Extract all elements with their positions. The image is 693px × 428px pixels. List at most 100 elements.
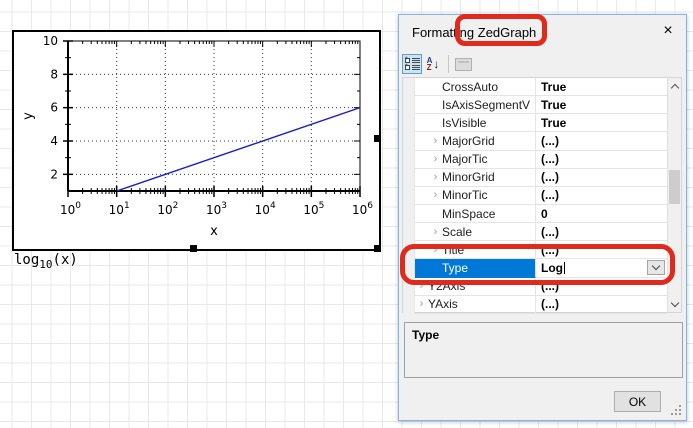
scrollbar-thumb[interactable]: [669, 170, 680, 204]
property-value: (...): [541, 170, 559, 184]
property-row-scale[interactable]: ›Scale (...): [403, 223, 667, 241]
row-margin: [403, 259, 415, 277]
svg-text:2: 2: [50, 167, 58, 181]
resize-handle-bottom-right[interactable]: [374, 245, 381, 252]
row-margin: [403, 205, 415, 223]
expand-chevron-icon[interactable]: ›: [429, 189, 442, 201]
svg-text:101: 101: [109, 201, 130, 217]
property-name: CrossAuto: [442, 80, 498, 94]
dropdown-button[interactable]: [647, 260, 665, 275]
row-margin: [403, 223, 415, 241]
description-title: Type: [412, 328, 675, 342]
property-row-majorgrid[interactable]: ›MajorGrid (...): [403, 132, 667, 150]
property-value: (...): [541, 297, 559, 311]
property-pages-button[interactable]: [453, 54, 473, 74]
svg-text:10: 10: [43, 34, 58, 48]
svg-text:4: 4: [50, 134, 58, 148]
property-row-minorgrid[interactable]: ›MinorGrid (...): [403, 169, 667, 187]
svg-text:103: 103: [206, 201, 227, 217]
property-row-isvisible[interactable]: IsVisible True: [403, 114, 667, 132]
row-margin: [403, 241, 415, 259]
property-row-title[interactable]: ›Title (...): [403, 241, 667, 259]
property-name: Scale: [442, 225, 472, 239]
dialog-title: Formatting ZedGraph: [412, 25, 536, 40]
expand-chevron-icon[interactable]: ›: [415, 298, 428, 310]
property-name: MajorTic: [442, 152, 488, 166]
svg-text:105: 105: [303, 201, 324, 217]
property-name: MinSpace: [442, 207, 495, 221]
zedgraph-control[interactable]: 10 8 6 4 2 100 101 102 103 104 105 106 x y: [12, 30, 381, 251]
resize-handle-right[interactable]: [374, 135, 381, 142]
property-value: True: [541, 80, 566, 94]
svg-text:8: 8: [50, 67, 58, 81]
property-grid-toolbar: AZ ↓: [402, 51, 682, 77]
close-icon[interactable]: ×: [658, 21, 678, 41]
property-name: Type: [442, 261, 468, 275]
property-pages-icon: [455, 58, 472, 71]
property-value: (...): [541, 188, 559, 202]
expand-chevron-icon[interactable]: ›: [429, 153, 442, 165]
row-margin: [403, 296, 415, 314]
zedgraph-chart: 10 8 6 4 2 100 101 102 103 104 105 106 x y: [14, 32, 379, 249]
row-margin: [403, 278, 415, 296]
property-name: MajorGrid: [442, 134, 495, 148]
svg-text:x: x: [210, 224, 218, 239]
row-margin: [403, 151, 415, 169]
text-caret: [564, 262, 565, 274]
expand-chevron-icon[interactable]: ›: [429, 135, 442, 147]
property-row-minortic[interactable]: ›MinorTic (...): [403, 187, 667, 205]
property-name: IsVisible: [442, 116, 486, 130]
property-value: (...): [541, 225, 559, 239]
categorized-button[interactable]: [402, 54, 422, 74]
resize-handle-bottom[interactable]: [190, 245, 197, 252]
property-name: MinorTic: [442, 188, 488, 202]
svg-text:6: 6: [50, 101, 58, 115]
dialog-titlebar[interactable]: Formatting ZedGraph ×: [399, 15, 686, 53]
resize-grip[interactable]: [671, 405, 683, 417]
expand-chevron-icon[interactable]: ›: [429, 171, 442, 183]
formatting-dialog: Formatting ZedGraph × AZ ↓ CrossAuto True…: [398, 14, 687, 421]
property-row-type[interactable]: Type Log: [403, 259, 667, 277]
property-row-minspace[interactable]: MinSpace 0: [403, 205, 667, 223]
property-row-majortic[interactable]: ›MajorTic(...): [403, 151, 667, 169]
expand-chevron-icon[interactable]: ›: [429, 244, 442, 256]
property-name: IsAxisSegmentV: [442, 98, 530, 112]
property-value: (...): [541, 243, 559, 257]
property-value: (...): [541, 134, 559, 148]
property-value: (...): [541, 279, 559, 293]
svg-text:y: y: [21, 112, 36, 120]
toolbar-separator: [448, 55, 449, 73]
property-name: YAxis: [428, 297, 458, 311]
property-row-yaxis[interactable]: ›YAxis (...): [403, 296, 667, 314]
row-margin: [403, 114, 415, 132]
row-margin: [403, 187, 415, 205]
property-value: True: [541, 116, 566, 130]
property-row-isaxissegmentv[interactable]: IsAxisSegmentV True: [403, 96, 667, 114]
property-name: Y2Axis: [428, 279, 465, 293]
description-panel: Type: [404, 322, 683, 378]
chevron-down-icon: [652, 262, 660, 270]
svg-text:104: 104: [255, 201, 276, 217]
property-name: MinorGrid: [442, 170, 495, 184]
ok-button[interactable]: OK: [614, 391, 661, 412]
categorized-icon: [405, 58, 420, 70]
scrollbar-up-icon[interactable]: [668, 78, 681, 94]
property-name: Title: [442, 243, 464, 257]
expand-chevron-icon[interactable]: ›: [429, 226, 442, 238]
svg-text:106: 106: [352, 201, 373, 217]
property-value[interactable]: Log: [541, 261, 563, 275]
svg-text:100: 100: [60, 201, 81, 217]
row-margin: [403, 96, 415, 114]
scrollbar-down-icon[interactable]: [668, 296, 681, 312]
property-value: True: [541, 98, 566, 112]
alphabetical-sort-icon: AZ ↓: [427, 57, 440, 71]
row-margin: [403, 132, 415, 150]
scrollbar[interactable]: [667, 77, 682, 313]
property-row-y2axis[interactable]: ›Y2Axis (...): [403, 278, 667, 296]
property-row-crossauto[interactable]: CrossAuto True: [403, 78, 667, 96]
alphabetical-sort-button[interactable]: AZ ↓: [423, 54, 443, 74]
property-value: 0: [541, 207, 548, 221]
expand-chevron-icon[interactable]: ›: [415, 280, 428, 292]
svg-text:102: 102: [157, 201, 178, 217]
row-margin: [403, 169, 415, 187]
